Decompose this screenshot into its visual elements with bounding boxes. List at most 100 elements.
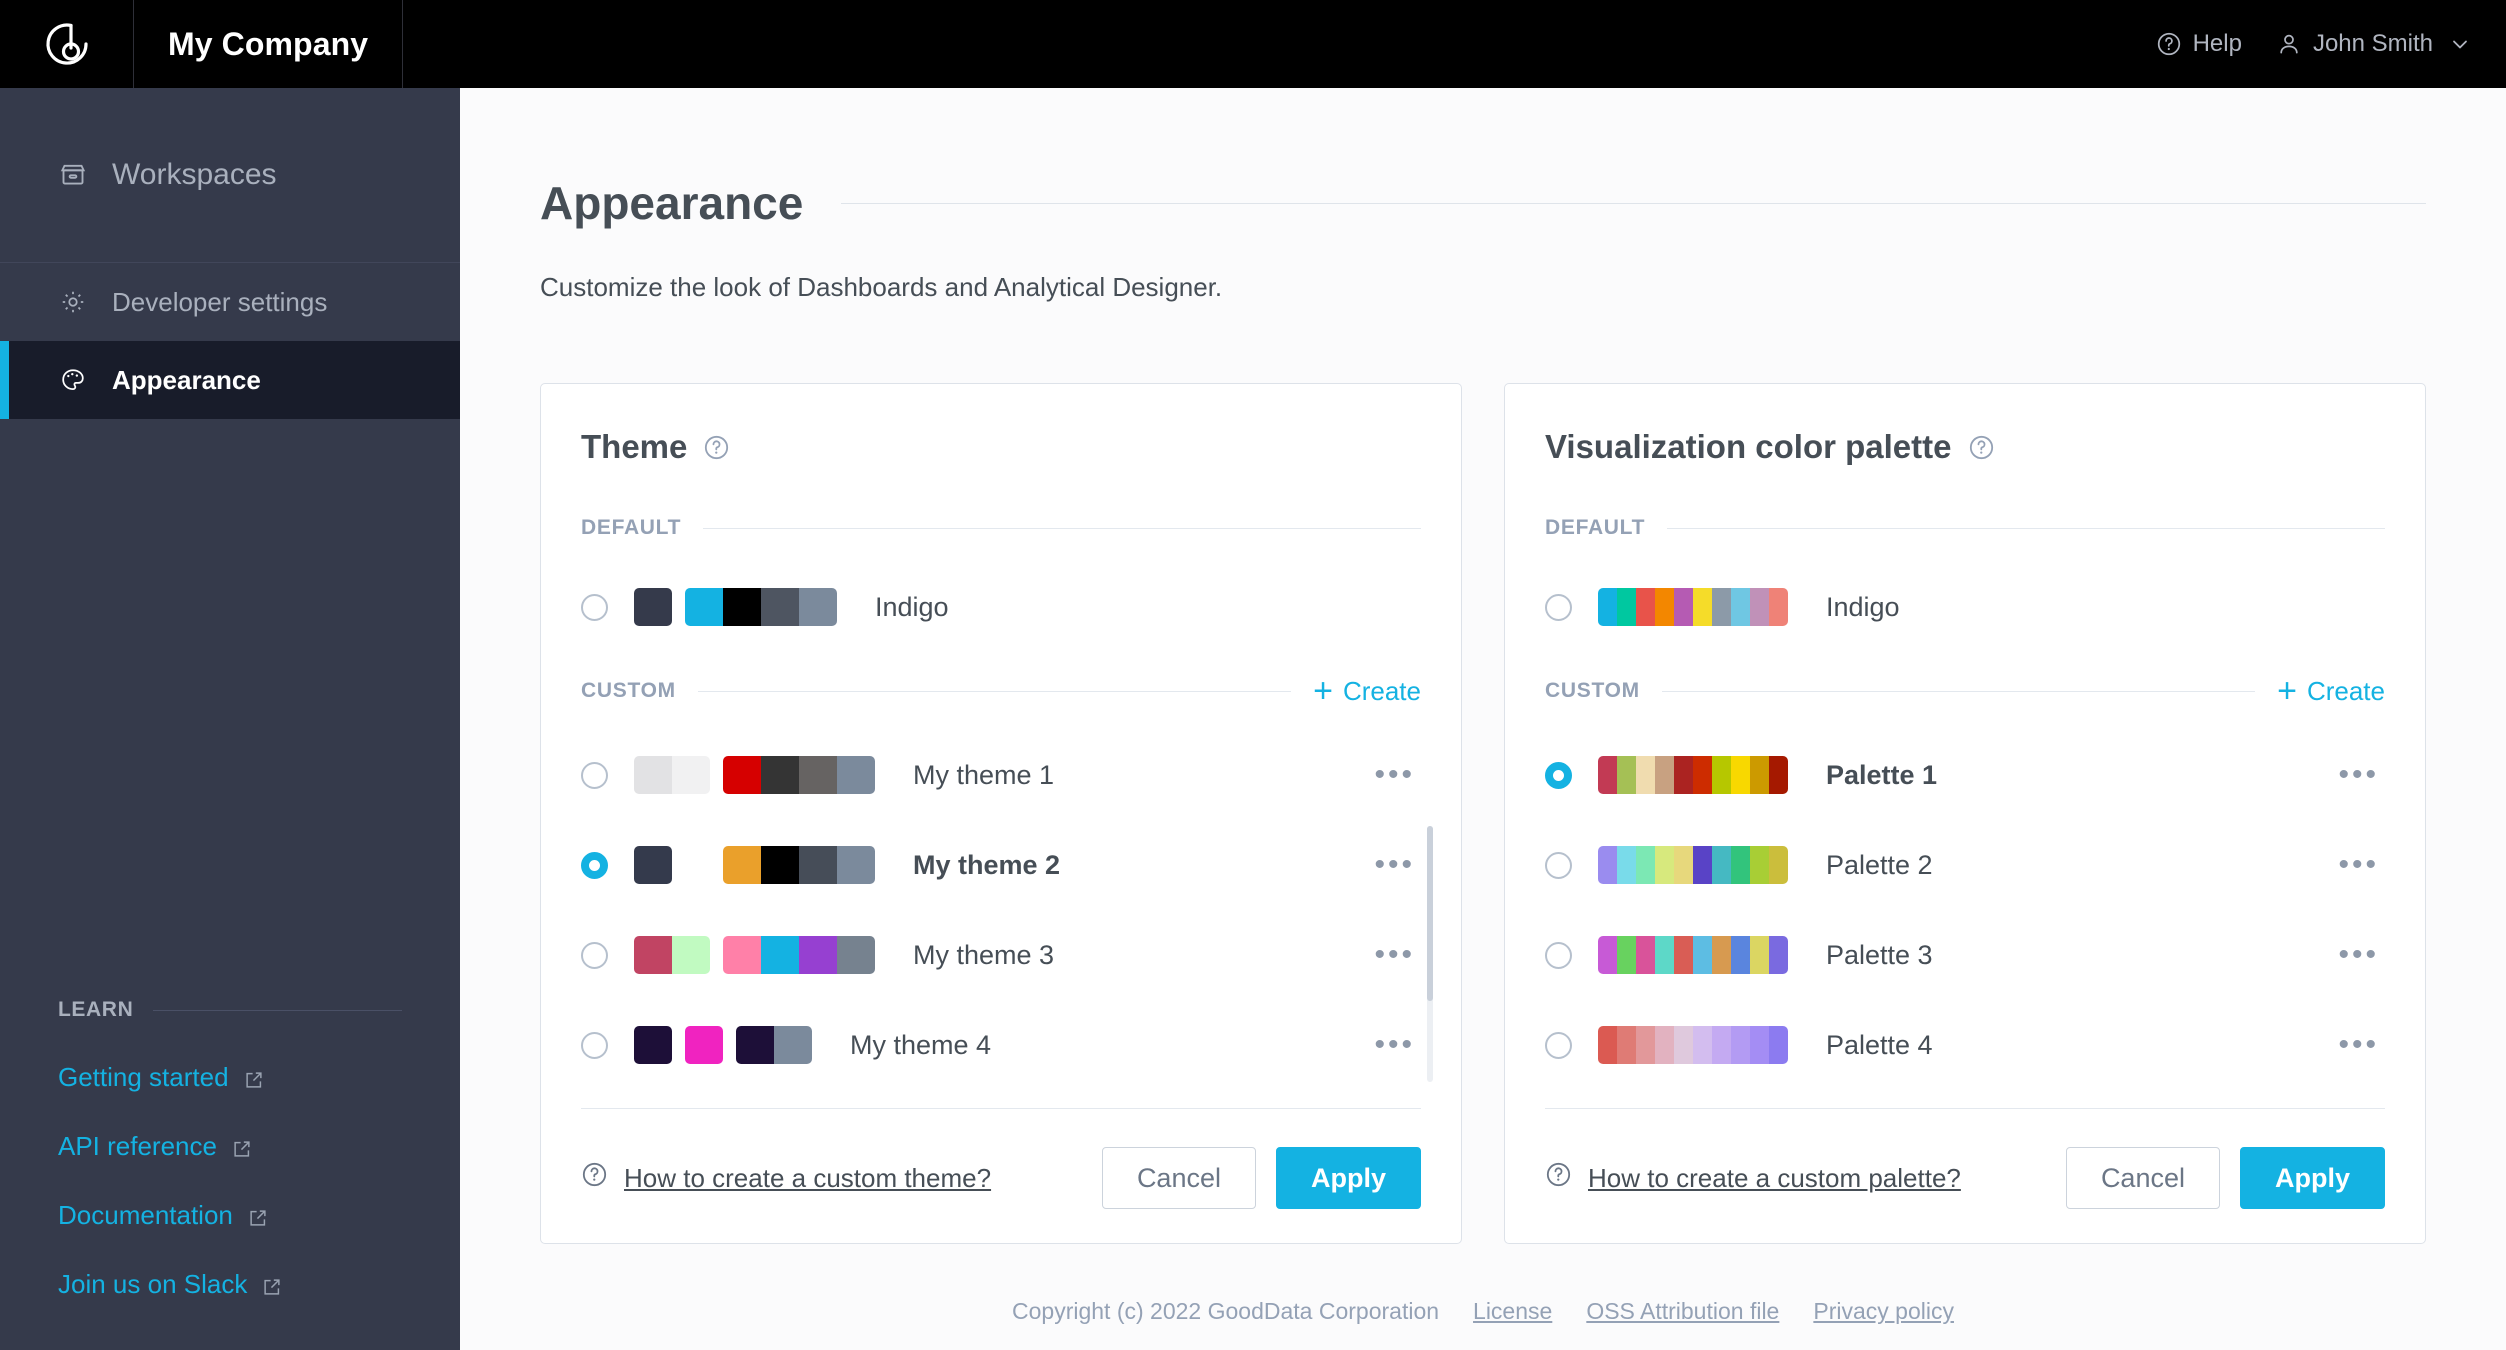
theme-list-scrollbar-thumb[interactable] [1427,826,1433,1001]
palette-cancel-button[interactable]: Cancel [2065,1147,2220,1209]
theme-option-row[interactable]: My theme 3 ••• [581,910,1421,1000]
learn-title: LEARN [58,998,134,1021]
help-circle-icon[interactable] [703,434,730,461]
create-label: Create [2306,675,2385,706]
palette-option-name: Palette 1 [1826,759,1938,790]
chevron-down-icon [2448,32,2472,56]
user-menu-button[interactable]: John Smith [2276,30,2472,58]
palette-option-row[interactable]: Palette 2 ••• [1545,820,2385,910]
theme-apply-button[interactable]: Apply [1275,1147,1421,1209]
theme-radio-my-theme-3[interactable] [581,941,608,969]
palette-radio-palette-3[interactable] [1545,941,1572,969]
sidebar-item-workspaces[interactable]: Workspaces [0,88,460,263]
palette-how-to-link[interactable]: How to create a custom palette? [1545,1161,1961,1195]
learn-link-getting-started[interactable]: Getting started [58,1062,402,1093]
palette-swatch [1598,1026,1788,1064]
palette-option-name: Palette 3 [1826,939,1933,970]
theme-swatch [634,936,875,974]
learn-link-api-reference[interactable]: API reference [58,1131,402,1162]
theme-cancel-button[interactable]: Cancel [1101,1147,1256,1209]
help-button[interactable]: Help [2156,30,2242,58]
theme-option-row[interactable]: My theme 1 ••• [581,730,1421,820]
main-inner: Appearance Customize the look of Dashboa… [460,88,2506,1244]
palette-swatch-strip [1598,756,1788,794]
section-label: DEFAULT [1545,516,1646,539]
theme-radio-my-theme-2[interactable] [581,851,608,879]
theme-radio-my-theme-1[interactable] [581,761,608,789]
theme-radio-my-theme-4[interactable] [581,1031,608,1059]
palette-apply-button[interactable]: Apply [2239,1147,2385,1209]
external-link-icon [243,1067,265,1089]
theme-card-header: Theme [581,428,1421,466]
palette-swatch [1598,756,1788,794]
gear-icon [58,287,88,317]
theme-row-menu-button[interactable]: ••• [1374,758,1421,792]
palette-option-row[interactable]: Palette 4 ••• [1545,1000,2385,1090]
palette-radio-palette-2[interactable] [1545,851,1572,879]
help-circle-icon [2156,31,2182,57]
footer-link-license[interactable]: License [1473,1298,1552,1325]
theme-option-row[interactable]: Indigo [581,562,1421,652]
company-name: My Company [168,25,369,62]
user-name: John Smith [2312,30,2433,57]
help-circle-icon[interactable] [1968,434,1995,461]
person-icon [2276,31,2302,57]
palette-row-menu-button[interactable]: ••• [2338,758,2385,792]
sidebar-item-label: Appearance [112,364,261,395]
learn-link-slack[interactable]: Join us on Slack [58,1269,402,1300]
help-label: Help [2192,30,2242,57]
theme-swatch-group [723,756,875,794]
palette-radio-palette-4[interactable] [1545,1031,1572,1059]
theme-row-menu-button[interactable]: ••• [1374,1028,1421,1062]
palette-create-button[interactable]: + Create [2277,674,2385,708]
create-label: Create [1342,675,1421,706]
theme-swatch [634,1026,812,1064]
section-divider [697,690,1292,692]
palette-row-menu-button[interactable]: ••• [2338,938,2385,972]
palette-swatch [1598,846,1788,884]
sidebar-item-appearance[interactable]: Appearance [0,341,460,419]
palette-row-menu-button[interactable]: ••• [2338,1028,2385,1062]
gooddata-logo-icon [41,18,93,70]
logo-cell[interactable] [0,0,134,88]
palette-row-menu-button[interactable]: ••• [2338,848,2385,882]
palette-card: Visualization color palette DEFAULT Indi… [1504,383,2426,1244]
sidebar-nav: Developer settings Appearance [0,263,460,419]
palette-radio-indigo[interactable] [1545,593,1572,621]
section-label: DEFAULT [581,516,682,539]
footer-link-privacy-policy[interactable]: Privacy policy [1813,1298,1954,1325]
palette-option-name: Indigo [1826,591,1900,622]
theme-create-button[interactable]: + Create [1313,674,1421,708]
section-divider [1667,527,2385,529]
theme-swatch-group [634,846,672,884]
theme-row-menu-button[interactable]: ••• [1374,848,1421,882]
palette-radio-palette-1[interactable] [1545,761,1572,789]
footer-link-oss-attribution[interactable]: OSS Attribution file [1586,1298,1779,1325]
learn-section-header: LEARN [0,998,460,1022]
theme-card: Theme DEFAULT Indigo CUSTOM + Create My … [540,383,1462,1244]
theme-radio-indigo[interactable] [581,593,608,621]
palette-icon [58,365,88,395]
palette-option-row[interactable]: Palette 1 ••• [1545,730,2385,820]
theme-option-name: My theme 4 [850,1029,992,1060]
theme-how-to-link[interactable]: How to create a custom theme? [581,1161,991,1195]
theme-swatch-group [634,588,672,626]
theme-option-row[interactable]: My theme 4 ••• [581,1000,1421,1090]
palette-option-row[interactable]: Palette 3 ••• [1545,910,2385,1000]
palette-how-to-label: How to create a custom palette? [1588,1162,1961,1193]
section-label: CUSTOM [1545,679,1640,702]
section-divider [703,527,1421,529]
theme-option-row[interactable]: My theme 2 ••• [581,820,1421,910]
sidebar-item-label: Developer settings [112,286,328,317]
learn-link-documentation[interactable]: Documentation [58,1200,402,1231]
theme-swatch [634,756,875,794]
palette-option-row[interactable]: Indigo [1545,562,2385,652]
section-label: CUSTOM [581,679,676,702]
theme-custom-section-header: CUSTOM + Create [581,674,1421,708]
sidebar-item-developer-settings[interactable]: Developer settings [0,263,460,341]
workspaces-label: Workspaces [112,158,277,191]
palette-card-title: Visualization color palette [1545,428,1952,465]
theme-row-menu-button[interactable]: ••• [1374,938,1421,972]
theme-swatch-group [634,756,710,794]
